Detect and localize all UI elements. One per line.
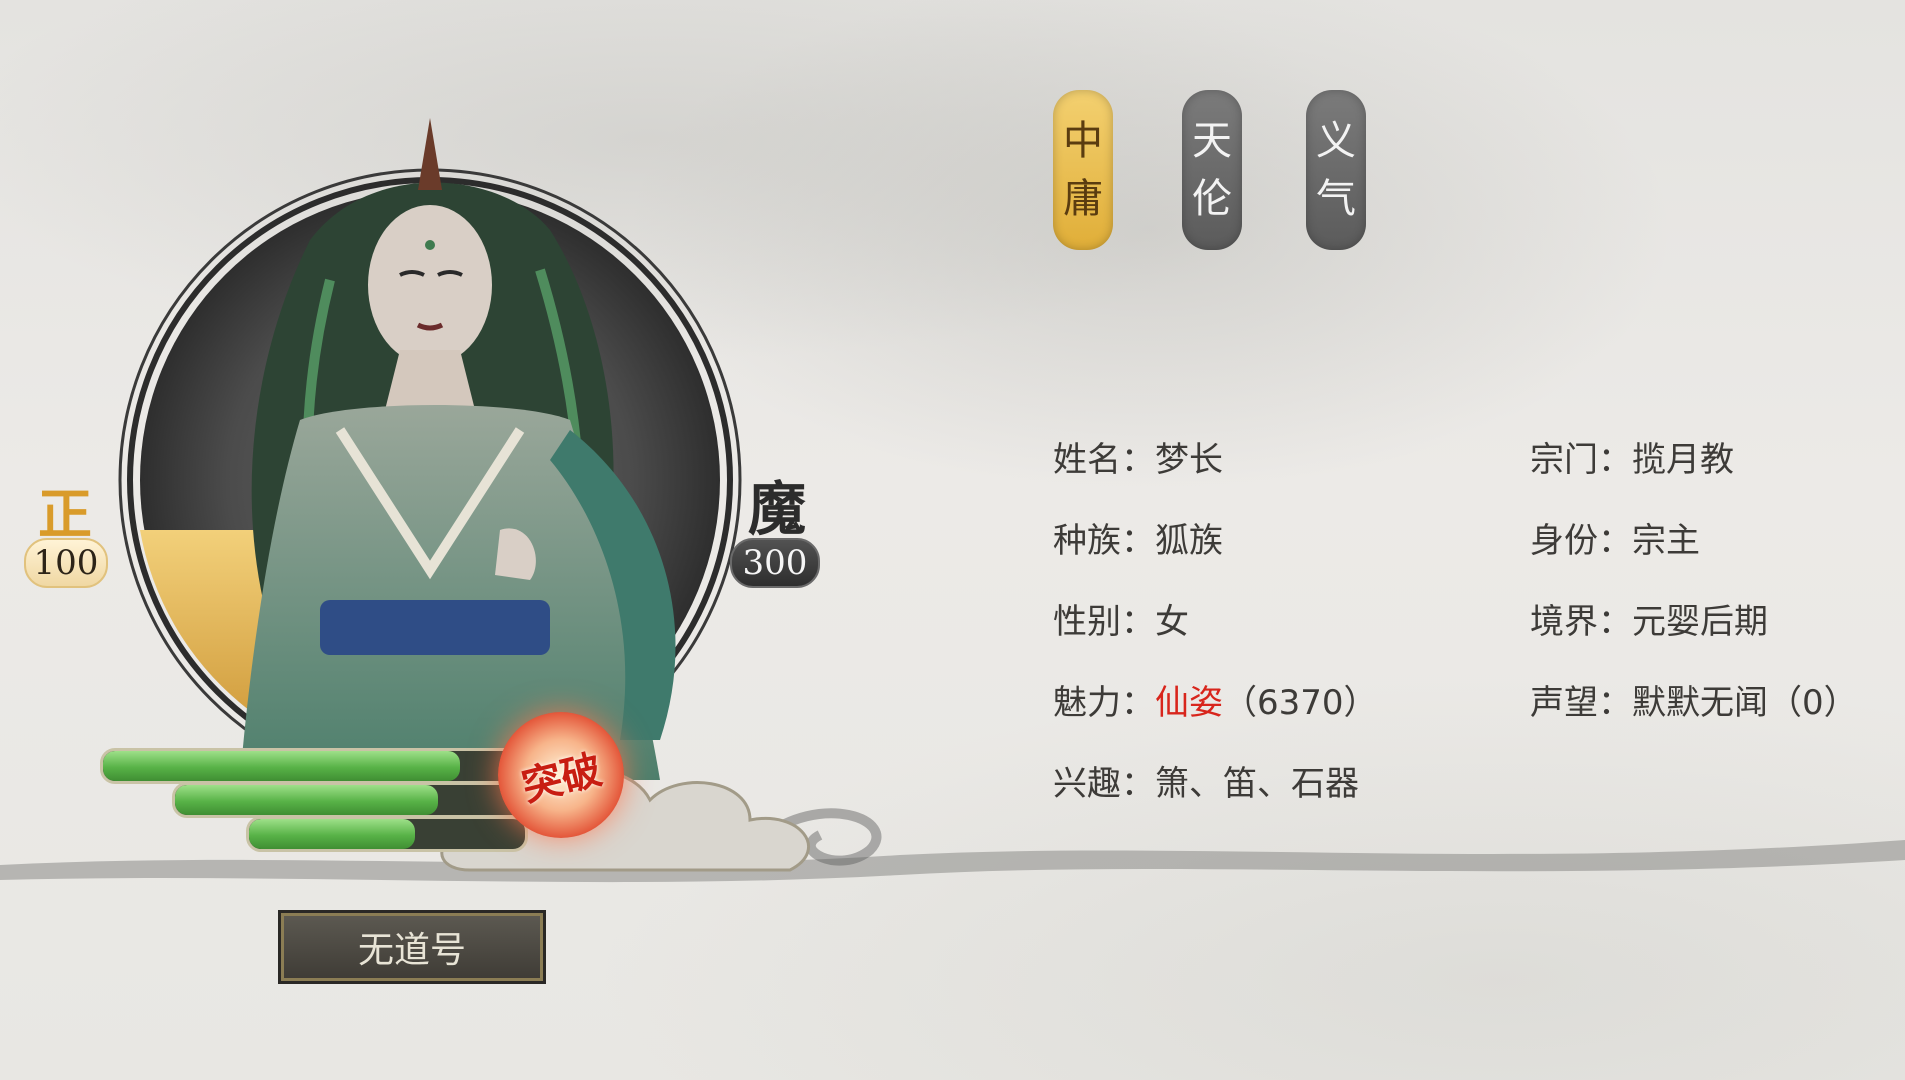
info-value: 女 <box>1155 602 1189 642</box>
info-label: 宗门： <box>1530 440 1632 480</box>
tab-label-bottom: 气 <box>1316 176 1356 222</box>
info-race: 种族：狐族 <box>1053 513 1223 562</box>
info-gender: 性别：女 <box>1053 594 1189 643</box>
info-value: 元婴后期 <box>1632 602 1768 642</box>
info-label: 兴趣： <box>1053 764 1155 804</box>
info-reputation: 声望：默默无闻（0） <box>1530 675 1858 724</box>
info-value: 揽月教 <box>1632 440 1734 480</box>
info-label: 魅力： <box>1053 683 1155 723</box>
breakthrough-label: 突破 <box>517 745 607 811</box>
tab-label-top: 天 <box>1192 118 1232 164</box>
info-label: 境界： <box>1530 602 1632 642</box>
tab-label-bottom: 庸 <box>1063 176 1103 222</box>
breakthrough-button[interactable]: 突破 <box>498 712 624 838</box>
info-label: 姓名： <box>1053 440 1155 480</box>
info-value: 宗主 <box>1632 521 1700 561</box>
tab-zhongyong[interactable]: 中 庸 <box>1053 90 1113 250</box>
info-value: 仙姿 <box>1155 683 1223 723</box>
tab-label-bottom: 伦 <box>1192 176 1232 222</box>
info-label: 种族： <box>1053 521 1155 561</box>
righteous-value: 100 <box>24 538 108 588</box>
demonic-value: 300 <box>730 538 820 588</box>
info-sect: 宗门：揽月教 <box>1530 432 1734 481</box>
tab-label-top: 中 <box>1063 118 1103 164</box>
info-label: 声望： <box>1530 683 1632 723</box>
info-value: 狐族 <box>1155 521 1223 561</box>
info-extra: （6370） <box>1223 683 1378 723</box>
cultivation-bar-1 <box>100 748 526 784</box>
info-value: 默默无闻（0） <box>1632 683 1858 723</box>
bar-fill <box>175 785 438 815</box>
cultivation-bar-3 <box>246 816 528 852</box>
character-info-screen: 中 庸 天 伦 义 气 正 100 魔 300 突破 无道号 姓名：梦长 种族：… <box>0 0 1905 1080</box>
tab-yiqi[interactable]: 义 气 <box>1306 90 1366 250</box>
tab-tianlun[interactable]: 天 伦 <box>1182 90 1242 250</box>
info-realm: 境界：元婴后期 <box>1530 594 1768 643</box>
demonic-label: 魔 <box>748 475 807 543</box>
info-value: 梦长 <box>1155 440 1223 480</box>
dao-title-button[interactable]: 无道号 <box>278 910 546 984</box>
bar-fill <box>103 751 460 781</box>
cultivation-bar-2 <box>172 782 528 818</box>
dao-title-label: 无道号 <box>357 930 466 971</box>
info-label: 性别： <box>1053 602 1155 642</box>
info-charm: 魅力：仙姿（6370） <box>1053 675 1378 724</box>
bar-fill <box>249 819 415 849</box>
tab-label-top: 义 <box>1316 118 1356 164</box>
info-value: 箫、笛、石器 <box>1155 764 1359 804</box>
info-hobbies: 兴趣：箫、笛、石器 <box>1053 756 1359 805</box>
info-identity: 身份：宗主 <box>1530 513 1700 562</box>
info-label: 身份： <box>1530 521 1632 561</box>
info-name: 姓名：梦长 <box>1053 432 1223 481</box>
